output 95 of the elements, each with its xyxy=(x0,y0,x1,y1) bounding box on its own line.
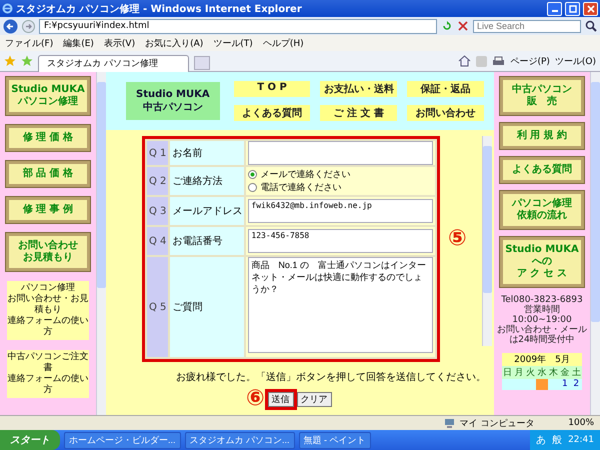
close-icon xyxy=(586,4,594,12)
search-field[interactable]: Live Search xyxy=(473,20,581,32)
scrollbar[interactable] xyxy=(482,136,492,346)
sidebar-button[interactable]: よくある質問 xyxy=(500,157,584,183)
nav-link[interactable]: T O P xyxy=(234,81,310,97)
feed-icon[interactable] xyxy=(476,56,488,66)
question-number: Q 2 xyxy=(146,166,170,196)
taskbar-item[interactable]: ホームページ・ビルダー... xyxy=(64,432,181,448)
weekday-label: 火 xyxy=(524,366,536,379)
sidebar-link[interactable]: パソコン修理 お問い合わせ・お見積もり 連絡フォームの使い方 xyxy=(7,281,89,340)
weekday-label: 金 xyxy=(559,366,571,379)
calendar-day[interactable]: 2 xyxy=(570,379,582,390)
question-number: Q 5 xyxy=(146,256,170,358)
question-number: Q 3 xyxy=(146,196,170,226)
text-field[interactable]: fwik6432@mb.infoweb.ne.jp xyxy=(248,199,433,223)
calendar-day[interactable] xyxy=(548,379,560,390)
text-field[interactable] xyxy=(248,141,433,165)
question-label: お電話番号 xyxy=(169,226,246,256)
toolbar-menu[interactable]: ツール(O) xyxy=(554,54,596,68)
contact-info: 営業時間 10:00~19:00 xyxy=(512,305,573,325)
maximize-icon xyxy=(568,4,576,12)
menu-item[interactable]: 表示(V) xyxy=(104,36,136,50)
weekday-label: 月 xyxy=(513,366,525,379)
calendar-day[interactable]: 1 xyxy=(559,379,571,390)
computer-icon xyxy=(444,418,456,428)
search-icon[interactable] xyxy=(585,20,597,32)
scrollbar[interactable] xyxy=(590,72,600,415)
weekday-label: 木 xyxy=(548,366,560,379)
maximize-button[interactable] xyxy=(565,2,580,16)
sidebar-button[interactable]: Studio MUKA への ア ク セ ス xyxy=(500,237,584,287)
text-field[interactable]: 123-456-7858 xyxy=(248,229,433,253)
radio-option[interactable]: メールで連絡ください xyxy=(248,168,433,181)
contact-info: Tel080-3823-6893 xyxy=(500,295,584,305)
calendar-day[interactable] xyxy=(524,379,536,390)
menu-item[interactable]: ファイル(F) xyxy=(5,36,54,50)
weekday-label: 水 xyxy=(536,366,548,379)
address-field[interactable]: F:¥pcsyuuri¥index.html xyxy=(39,18,437,34)
question-label: お名前 xyxy=(169,140,246,166)
taskbar-item[interactable]: スタジオムカ パソコン... xyxy=(184,432,295,448)
logo-box[interactable]: Studio MUKA 中古パソコン xyxy=(126,82,220,120)
nav-link[interactable]: よくある質問 xyxy=(234,105,310,121)
menu-item[interactable]: ツール(T) xyxy=(213,36,253,50)
sidebar-button[interactable]: 中古パソコン 販 売 xyxy=(500,77,584,115)
print-icon[interactable] xyxy=(492,56,506,66)
window-title: スタジオムカ パソコン修理 - Windows Internet Explorer xyxy=(16,2,302,16)
sidebar-button[interactable]: パソコン修理 依頼の流れ xyxy=(500,191,584,229)
zoom-level[interactable]: 100% xyxy=(568,418,594,428)
nav-link[interactable]: 保証・返品 xyxy=(407,81,484,97)
radio-option[interactable]: 電話で連絡ください xyxy=(248,181,433,194)
browser-icon xyxy=(2,3,13,14)
close-button[interactable] xyxy=(583,2,598,16)
step-number: ⑥ xyxy=(246,388,265,410)
weekday-label: 日 xyxy=(502,366,514,379)
new-tab-button[interactable] xyxy=(194,56,210,70)
question-label: ご質問 xyxy=(169,256,246,358)
home-icon[interactable] xyxy=(458,55,472,67)
nav-link[interactable]: お問い合わせ xyxy=(407,105,484,121)
start-button[interactable]: スタート xyxy=(0,430,60,450)
stop-icon[interactable] xyxy=(457,20,469,32)
minimize-button[interactable] xyxy=(547,2,562,16)
menu-item[interactable]: 編集(E) xyxy=(63,36,94,50)
sidebar-button[interactable]: 修 理 事 例 xyxy=(6,197,90,223)
star-icon[interactable] xyxy=(4,55,16,67)
weekday-label: 土 xyxy=(570,366,582,379)
instruction-text: お疲れ様でした。「送信」ボタンを押して回答を送信してください。 xyxy=(175,370,487,384)
clear-button[interactable]: クリア xyxy=(296,392,332,406)
add-favorite-icon[interactable] xyxy=(21,55,33,67)
question-label: メールアドレス xyxy=(169,196,246,226)
step-number: ⑤ xyxy=(448,226,467,251)
refresh-icon[interactable] xyxy=(441,20,453,32)
taskbar-item[interactable]: 無題 - ペイント xyxy=(298,432,371,448)
toolbar-menu[interactable]: ページ(P) xyxy=(510,54,550,68)
browser-tab[interactable]: スタジオムカ パソコン修理 xyxy=(38,54,189,72)
question-textarea[interactable]: 商品 No.1 の 富士通パソコンはインターネット・メールは快適に動作するのでしょうか？ xyxy=(248,257,433,353)
question-label: ご連絡方法 xyxy=(169,166,246,196)
back-icon[interactable] xyxy=(3,18,18,34)
nav-link[interactable]: ご 注 文 書 xyxy=(320,105,398,121)
question-number: Q 4 xyxy=(146,226,170,256)
calendar-title: 2009年 5月 xyxy=(502,353,582,366)
minimize-icon xyxy=(552,10,558,12)
sidebar-button[interactable]: 利 用 規 約 xyxy=(500,123,584,149)
scrollbar[interactable] xyxy=(96,72,106,415)
nav-link[interactable]: お支払い・送料 xyxy=(320,81,398,97)
sidebar-button[interactable]: お問い合わせ お見積もり xyxy=(6,233,90,271)
sidebar-button[interactable]: 修 理 価 格 xyxy=(6,125,90,151)
menu-item[interactable]: お気に入り(A) xyxy=(145,36,204,50)
sidebar-button[interactable]: 部 品 価 格 xyxy=(6,161,90,187)
menu-item[interactable]: ヘルプ(H) xyxy=(262,36,304,50)
clock: 22:41 xyxy=(568,435,594,445)
forward-icon[interactable] xyxy=(22,20,35,32)
sidebar-link[interactable]: 中古パソコンご注文書 連絡フォームの使い方 xyxy=(7,350,89,398)
question-number: Q 1 xyxy=(146,140,170,166)
zone-text: マイ コンピュータ xyxy=(459,418,534,430)
contact-info: お問い合わせ・メールは24時間受付中 xyxy=(496,325,588,345)
sidebar-button[interactable]: Studio MUKA パソコン修理 xyxy=(6,77,90,115)
